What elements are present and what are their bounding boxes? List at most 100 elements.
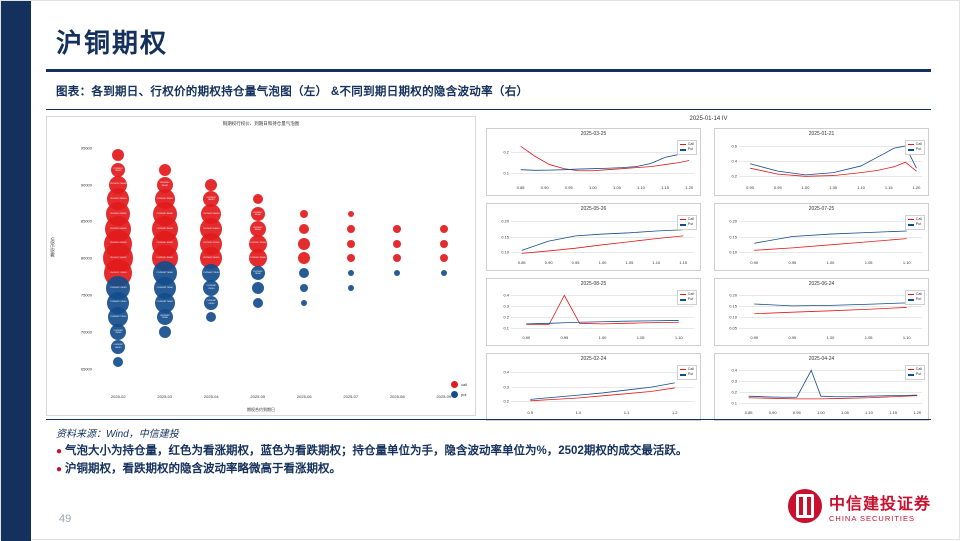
iv-x-tick: 1.00 [598,260,607,265]
bubble-x-tick: 2025-04 [203,394,219,399]
iv-x-tick: 0.85 [744,410,753,415]
iv-x-tick: 0.90 [768,410,777,415]
iv-y-tick: 0.3 [503,384,509,389]
bubble-x-tick: 2025-06 [296,394,312,399]
source-divider [46,419,931,420]
iv-chart-title: 2025-03-25 [580,131,607,137]
iv-x-tick: 0.95 [792,410,801,415]
iv-series-line [754,238,907,251]
iv-x-tick: 0.95 [564,185,573,190]
iv-y-tick: 0.2 [503,398,509,404]
iv-series-line [754,302,907,307]
title-divider [46,69,931,72]
bubble-chart-title: 铜期权行权价、到期日和持仓量气泡图 [222,121,300,126]
bubble-x-tick: 2025-08 [389,394,405,399]
iv-plot-area: 0.05 0.10 0.15 0.20 0.90 0.95 1.00 1.05 1.10 [729,290,922,340]
logo-text-cn: 中信建投证券 [828,495,931,513]
caption-divider [46,109,931,110]
iv-series-line [748,369,918,398]
legend-item: put [450,391,467,398]
legend-label: Put [915,147,922,152]
bubble-point [252,297,263,308]
bubble-y-tick: 90000 [80,182,92,188]
iv-x-tick: 1.10 [902,260,911,265]
list-item: ● 气泡大小为持仓量，红色为看涨期权，蓝色为看跌期权；持仓量单位为手，隐含波动率… [56,443,936,461]
bullet-text: 气泡大小为持仓量，红色为看涨期权，蓝色为看跌期权；持仓量单位为手，隐含波动率单位… [65,445,688,457]
legend-label: Put [687,372,694,377]
iv-x-tick: 1.20 [912,185,921,190]
bubble-point [300,283,309,292]
iv-x-tick: 0.90 [746,185,754,190]
legend-item: Put [907,297,922,302]
bubble-point [158,163,171,176]
bubble-point [439,254,448,263]
iv-chart-legend: Call Put [676,215,697,230]
legend-swatch-icon [679,374,686,376]
logo-text-en: CHINA SECURITIES [828,513,915,523]
iv-y-tick: 0.4 [503,292,509,298]
iv-x-tick: 0.85 [517,260,526,265]
iv-series-svg [521,229,684,254]
iv-y-tick: 0.4 [731,367,737,373]
iv-series-svg [530,382,675,402]
iv-x-tick: 1.15 [661,185,669,190]
iv-x-tick: 0.90 [544,260,553,265]
bubble-point [346,254,355,263]
iv-x-tick: 1.10 [865,410,873,415]
iv-chart-legend: Call Put [904,290,925,305]
bubble-point [205,178,218,191]
iv-grid-header: 2025-01-14 IV [689,116,728,122]
iv-mini-chart: 2025-04-24 0.1 0.2 0.3 0.4 0.85 0.90 0.95 1.00 1.… [714,353,929,421]
bubble-chart-xlabel: 期权合约到期日 [247,407,275,412]
bubble-point [300,210,309,219]
iv-y-tick: 0.10 [729,249,737,255]
iv-x-tick: 1.10 [652,260,661,265]
iv-x-tick: 1.1 [623,410,630,415]
bubble-point [252,194,263,205]
iv-x-tick: 1.15 [679,260,688,265]
iv-y-tick: 0.20 [729,292,737,298]
legend-item: Put [907,372,922,377]
iv-x-tick: 0.95 [571,260,580,265]
iv-x-tick: 1.05 [613,185,621,190]
iv-series-line [521,229,684,251]
iv-x-tick: 1.20 [685,185,694,190]
iv-series-line [526,320,679,325]
iv-chart-legend: Call Put [676,365,697,380]
bubble-chart-legend: call put [450,381,467,401]
bubble-point [112,149,125,162]
bubble-point [347,211,354,218]
iv-y-tick: 0.2 [731,389,737,395]
iv-chart-title: 2025-02-24 [580,356,607,362]
iv-x-tick: 1.15 [884,185,893,190]
bubble-point [439,239,448,248]
legend-swatch-icon [907,368,914,371]
iv-mini-chart: 2025-08-25 0.1 0.2 0.3 0.4 0.90 0.95 1.00 1.05 1.… [486,278,701,346]
bubble-y-tick: 80000 [80,255,92,261]
iv-y-tick: 0.2 [503,149,509,155]
legend-swatch-icon [679,218,686,221]
iv-y-tick: 0.15 [729,234,737,239]
bubble-x-tick: 2025-09 [436,394,452,399]
iv-y-tick: 0.20 [501,218,509,224]
iv-mini-chart: 2025-02-24 0.2 0.3 0.4 0.9 1.0 1.1 1.2 Call Put [486,353,701,421]
iv-plot-area: 0.10 0.15 0.20 0.85 0.90 0.95 1.00 1.05 1.10 1.15 [501,215,694,265]
legend-swatch-icon [907,224,914,226]
bubble-point [158,326,171,339]
legend-label: Put [687,222,694,227]
iv-y-tick: 0.15 [501,234,509,239]
iv-chart-legend: Call Put [904,365,925,380]
legend-item: Put [679,297,694,302]
iv-y-tick: 0.6 [731,143,737,149]
iv-y-tick: 0.3 [731,378,737,384]
legend-item: Put [679,222,694,227]
figure-caption: 图表：各到期日、行权价的期权持仓量气泡图（左） &不同到期日期权的隐含波动率（右… [56,86,529,98]
iv-y-tick: 0.20 [729,218,737,224]
iv-series-line [521,235,684,254]
iv-chart-legend: Call Put [904,140,925,155]
bubble-point: CU2505C 80000 [248,249,267,268]
bubble-x-tick: 2025-07 [343,394,359,399]
legend-swatch-icon [679,299,686,301]
legend-swatch-icon [907,143,914,146]
bubble-point: CU2504P 76000 [203,279,220,296]
